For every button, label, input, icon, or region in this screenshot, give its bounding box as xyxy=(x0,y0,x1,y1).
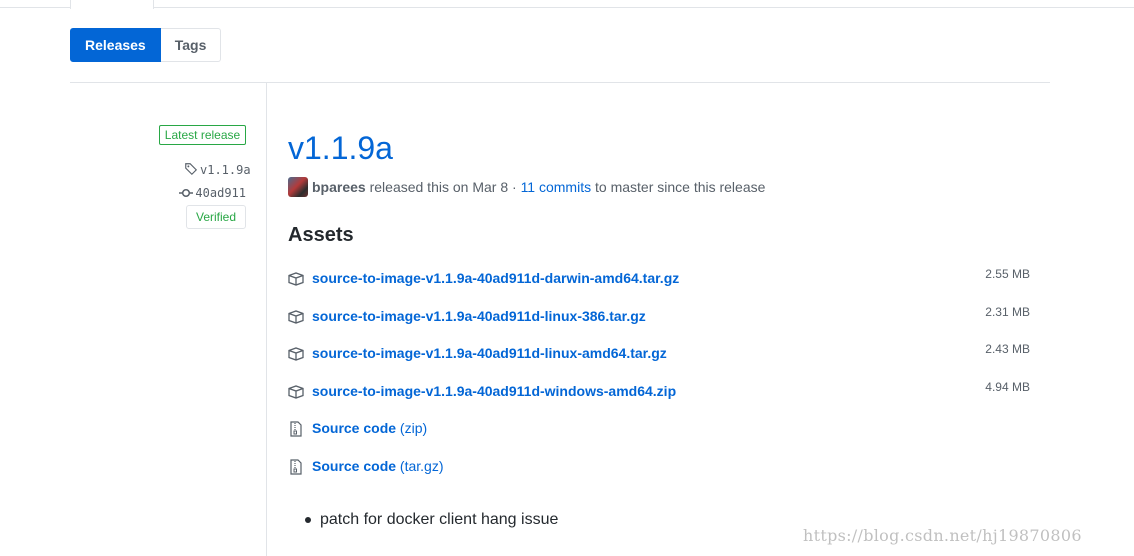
asset-item: source-to-image-v1.1.9a-40ad911d-darwin-… xyxy=(288,267,1030,290)
latest-release-badge: Latest release xyxy=(159,125,246,145)
source-code-format: (tar.gz) xyxy=(399,458,444,474)
release-commit-label: 40ad911 xyxy=(195,186,246,200)
source-code-label: Source code xyxy=(312,458,397,474)
released-text: released this on Mar 8 · xyxy=(365,179,521,195)
active-repo-tab-edge xyxy=(70,0,154,9)
package-icon xyxy=(288,385,304,399)
asset-size: 2.55 MB xyxy=(985,267,1030,281)
commits-link[interactable]: 11 commits xyxy=(521,179,592,195)
watermark: https://blog.csdn.net/hj19870806 xyxy=(803,526,1082,545)
avatar[interactable] xyxy=(288,177,308,197)
release-title[interactable]: v1.1.9a xyxy=(288,128,393,168)
release-byline: bparees released this on Mar 8 · 11 comm… xyxy=(288,177,765,197)
list-bullet xyxy=(305,517,311,523)
asset-item: source-to-image-v1.1.9a-40ad911d-linux-a… xyxy=(288,342,1030,365)
source-code-item: Source code (tar.gz) xyxy=(288,456,1030,478)
asset-download-link[interactable]: source-to-image-v1.1.9a-40ad911d-windows… xyxy=(312,381,676,401)
assets-heading: Assets xyxy=(288,224,354,246)
git-commit-icon xyxy=(179,188,194,198)
source-code-label: Source code xyxy=(312,420,397,436)
asset-size: 2.31 MB xyxy=(985,305,1030,319)
verified-badge[interactable]: Verified xyxy=(186,205,246,229)
tags-tab[interactable]: Tags xyxy=(160,28,222,62)
author-link[interactable]: bparees xyxy=(312,179,366,195)
package-icon xyxy=(288,272,304,286)
release-commit-link[interactable]: 40ad911 xyxy=(178,186,246,200)
top-tab-strip xyxy=(0,0,1134,9)
asset-download-link[interactable]: source-to-image-v1.1.9a-40ad911d-darwin-… xyxy=(312,268,679,288)
releases-tab[interactable]: Releases xyxy=(70,28,161,62)
file-zip-icon xyxy=(290,421,302,437)
asset-download-link[interactable]: source-to-image-v1.1.9a-40ad911d-linux-3… xyxy=(312,306,646,326)
asset-item: source-to-image-v1.1.9a-40ad911d-linux-3… xyxy=(288,305,1030,328)
asset-download-link[interactable]: source-to-image-v1.1.9a-40ad911d-linux-a… xyxy=(312,343,667,363)
asset-item: source-to-image-v1.1.9a-40ad911d-windows… xyxy=(288,380,1030,403)
source-code-zip-link[interactable]: Source code (zip) xyxy=(312,418,427,438)
asset-size: 2.43 MB xyxy=(985,342,1030,356)
tag-icon xyxy=(185,163,198,176)
release-note-item: patch for docker client hang issue xyxy=(320,511,559,528)
source-code-format: (zip) xyxy=(399,420,428,436)
since-text: to master since this release xyxy=(591,179,766,195)
source-code-targz-link[interactable]: Source code (tar.gz) xyxy=(312,456,444,476)
file-zip-icon xyxy=(290,459,302,475)
releases-subnav: Releases Tags xyxy=(70,28,222,62)
package-icon xyxy=(288,310,304,324)
asset-size: 4.94 MB xyxy=(985,380,1030,394)
source-code-item: Source code (zip) xyxy=(288,418,1030,440)
package-icon xyxy=(288,347,304,361)
release-tag-label: v1.1.9a xyxy=(200,163,251,177)
subnav-divider xyxy=(70,82,1050,83)
release-column-divider xyxy=(266,83,267,556)
release-tag-link[interactable]: v1.1.9a xyxy=(184,162,251,177)
